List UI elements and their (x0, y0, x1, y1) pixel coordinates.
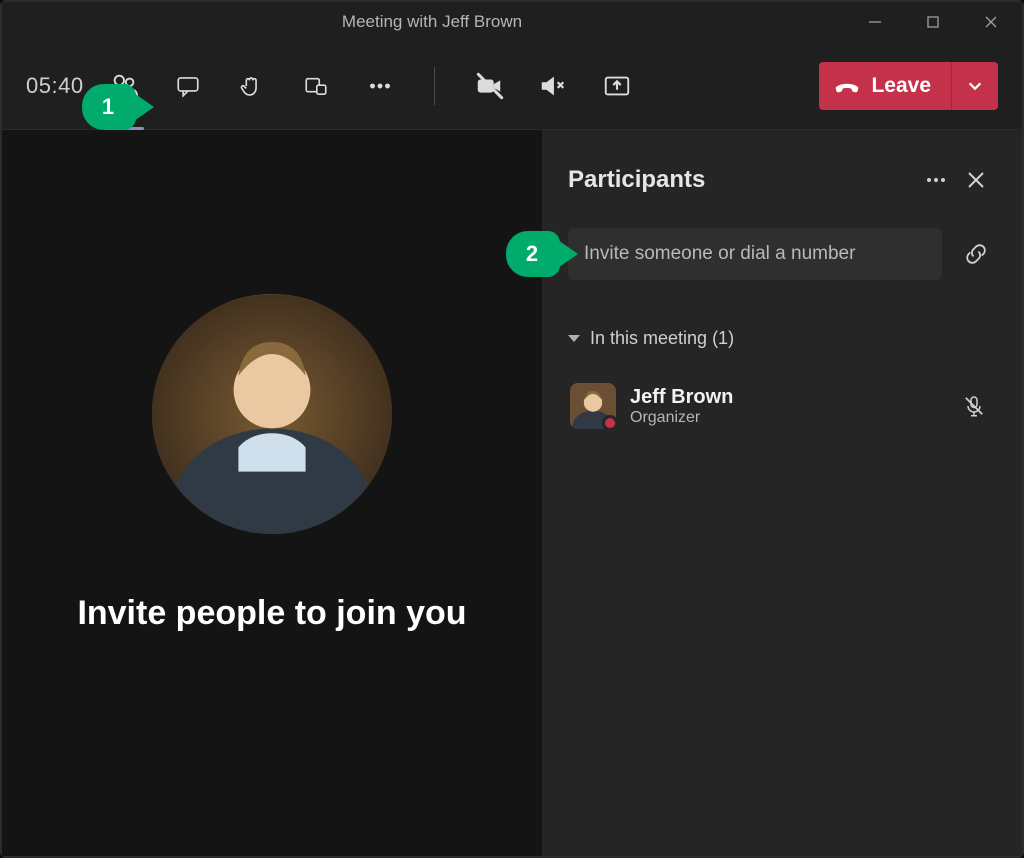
toolbar-divider (434, 67, 435, 105)
share-screen-button[interactable] (585, 58, 649, 114)
more-actions-button[interactable] (348, 58, 412, 114)
close-icon (966, 170, 986, 190)
speaker-off-icon (538, 71, 568, 101)
breakout-rooms-button[interactable] (284, 58, 348, 114)
invite-input[interactable] (568, 228, 942, 280)
mic-off-icon (962, 394, 986, 418)
participant-mic-button[interactable] (954, 386, 994, 426)
more-icon (365, 71, 395, 101)
leave-options-button[interactable] (952, 62, 998, 110)
meeting-body: Invite people to join you Participants 2 (2, 130, 1022, 856)
video-stage: Invite people to join you (2, 130, 542, 856)
people-icon (109, 71, 139, 101)
app-window: Meeting with Jeff Brown 05:40 1 (0, 0, 1024, 858)
participant-row[interactable]: Jeff Brown Organizer (568, 375, 996, 437)
camera-toggle-button[interactable] (457, 58, 521, 114)
self-avatar (152, 294, 392, 534)
participant-role: Organizer (630, 409, 733, 427)
participant-avatar (570, 383, 616, 429)
invite-message: Invite people to join you (77, 594, 466, 633)
window-title: Meeting with Jeff Brown (18, 12, 846, 32)
call-timer: 05:40 (26, 73, 84, 99)
camera-off-icon (474, 71, 504, 101)
chat-icon (175, 73, 201, 99)
maximize-icon (926, 15, 940, 29)
close-icon (984, 15, 998, 29)
presence-busy-icon (602, 415, 616, 429)
meeting-toolbar: 05:40 1 (2, 42, 1022, 130)
leave-button[interactable]: Leave (819, 62, 998, 110)
copy-link-button[interactable] (956, 234, 996, 274)
participants-panel-header: Participants (568, 160, 996, 200)
copy-link-icon (963, 241, 989, 267)
minimize-button[interactable] (846, 2, 904, 42)
participants-panel: Participants 2 (542, 130, 1022, 856)
hang-up-icon (833, 72, 861, 100)
title-bar: Meeting with Jeff Brown (2, 2, 1022, 42)
audio-toggle-button[interactable] (521, 58, 585, 114)
more-icon (924, 168, 948, 192)
leave-button-main[interactable]: Leave (819, 62, 952, 110)
window-controls (846, 2, 1020, 42)
raise-hand-button[interactable] (220, 58, 284, 114)
panel-close-button[interactable] (956, 160, 996, 200)
chat-button[interactable] (156, 58, 220, 114)
raise-hand-icon (239, 73, 265, 99)
rooms-icon (303, 73, 329, 99)
chevron-down-icon (568, 335, 580, 342)
participant-info: Jeff Brown Organizer (630, 386, 733, 427)
leave-label: Leave (871, 74, 931, 98)
in-meeting-section-header[interactable]: In this meeting (1) (568, 328, 996, 349)
participant-name: Jeff Brown (630, 386, 733, 409)
chevron-down-icon (966, 77, 984, 95)
close-window-button[interactable] (962, 2, 1020, 42)
share-screen-icon (602, 71, 632, 101)
maximize-button[interactable] (904, 2, 962, 42)
minimize-icon (868, 15, 882, 29)
in-meeting-label: In this meeting (1) (590, 328, 734, 349)
participants-panel-title: Participants (568, 166, 916, 194)
panel-more-button[interactable] (916, 160, 956, 200)
participants-button[interactable] (92, 58, 156, 114)
